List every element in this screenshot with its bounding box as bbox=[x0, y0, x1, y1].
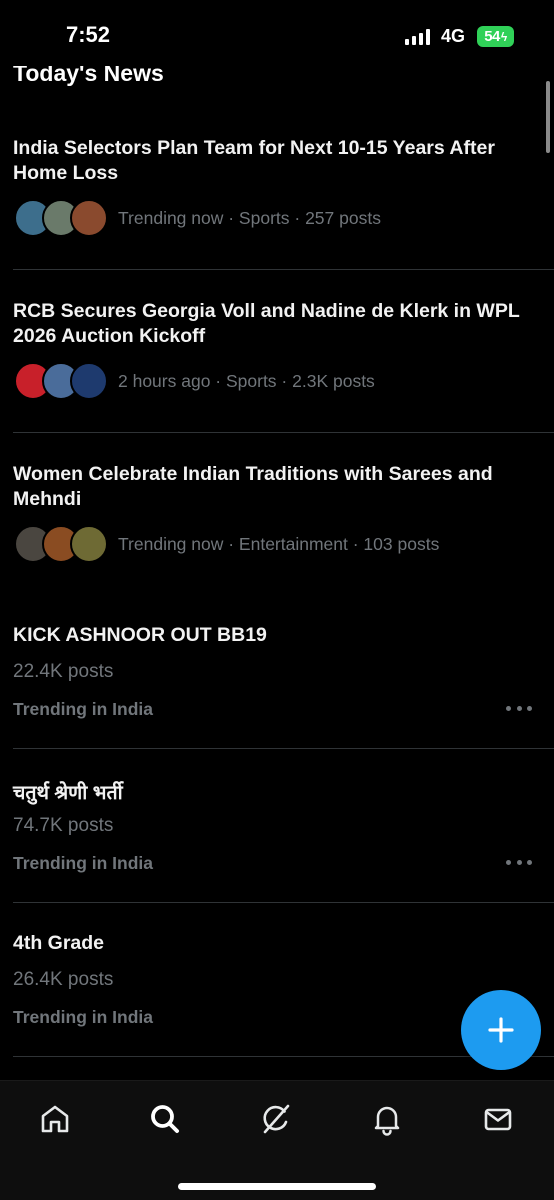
trend-title: 4th Grade bbox=[13, 932, 105, 954]
news-item[interactable]: Women Celebrate Indian Traditions with S… bbox=[0, 460, 554, 595]
nav-notifications[interactable] bbox=[367, 1099, 407, 1139]
avatar bbox=[70, 362, 108, 400]
section-title: Today's News bbox=[13, 66, 164, 86]
avatar bbox=[70, 525, 108, 563]
news-headline: RCB Secures Georgia Voll and Nadine de K… bbox=[13, 300, 520, 347]
news-item[interactable]: RCB Secures Georgia Voll and Nadine de K… bbox=[0, 297, 554, 432]
nav-home[interactable] bbox=[35, 1099, 75, 1139]
status-bar: 7:52 4G 54 ϟ bbox=[0, 0, 554, 66]
bottom-nav bbox=[0, 1080, 554, 1200]
trend-post-count: 22.4K posts bbox=[13, 661, 114, 682]
news-meta: 2 hours ago · Sports · 2.3K posts bbox=[118, 371, 375, 391]
search-icon bbox=[151, 1105, 179, 1133]
trend-title: चतुर्थ श्रेणी भर्ती bbox=[13, 782, 123, 804]
trend-item[interactable]: KICK ASHNOOR OUT BB19 22.4K posts Trendi… bbox=[0, 621, 554, 749]
home-indicator[interactable] bbox=[178, 1183, 376, 1190]
news-headline: Women Celebrate Indian Traditions with S… bbox=[13, 463, 493, 510]
divider bbox=[13, 269, 554, 270]
nav-explore[interactable] bbox=[145, 1099, 185, 1139]
news-avatars bbox=[14, 525, 109, 563]
battery-level: 54 bbox=[484, 28, 500, 45]
trend-post-count: 26.4K posts bbox=[13, 969, 114, 990]
signal-icon bbox=[405, 29, 431, 45]
mail-icon bbox=[484, 1108, 512, 1131]
nav-messages[interactable] bbox=[478, 1099, 518, 1139]
news-meta: Trending now · Sports · 257 posts bbox=[118, 208, 381, 228]
trend-context: Trending in India bbox=[13, 853, 153, 873]
trend-context: Trending in India bbox=[13, 1007, 153, 1027]
divider bbox=[13, 748, 554, 749]
trend-title: KICK ASHNOOR OUT BB19 bbox=[13, 624, 267, 646]
plus-icon bbox=[488, 1017, 514, 1043]
network-type: 4G bbox=[441, 26, 466, 46]
trend-item[interactable]: चतुर्थ श्रेणी भर्ती 74.7K posts Trending… bbox=[0, 775, 554, 903]
status-time: 7:52 bbox=[66, 22, 111, 47]
nav-grok[interactable] bbox=[256, 1099, 296, 1139]
charging-icon: ϟ bbox=[500, 29, 507, 44]
trend-context: Trending in India bbox=[13, 699, 153, 719]
compose-post-button[interactable] bbox=[461, 990, 541, 1070]
home-icon bbox=[41, 1105, 69, 1133]
battery-indicator: 54 ϟ bbox=[477, 26, 514, 47]
news-headline: India Selectors Plan Team for Next 10-15… bbox=[13, 137, 495, 184]
more-options-icon[interactable] bbox=[506, 701, 532, 715]
news-meta: Trending now · Entertainment · 103 posts bbox=[118, 534, 440, 554]
divider bbox=[13, 432, 554, 433]
avatar bbox=[70, 199, 108, 237]
news-avatars bbox=[14, 362, 109, 400]
explore-feed[interactable]: Today's News India Selectors Plan Team f… bbox=[0, 66, 554, 1080]
more-options-icon[interactable] bbox=[506, 855, 532, 869]
news-item[interactable]: India Selectors Plan Team for Next 10-15… bbox=[0, 134, 554, 269]
news-avatars bbox=[14, 199, 109, 237]
bell-icon bbox=[374, 1106, 400, 1136]
grok-icon bbox=[263, 1104, 290, 1134]
trend-post-count: 74.7K posts bbox=[13, 815, 114, 836]
divider bbox=[13, 902, 554, 903]
